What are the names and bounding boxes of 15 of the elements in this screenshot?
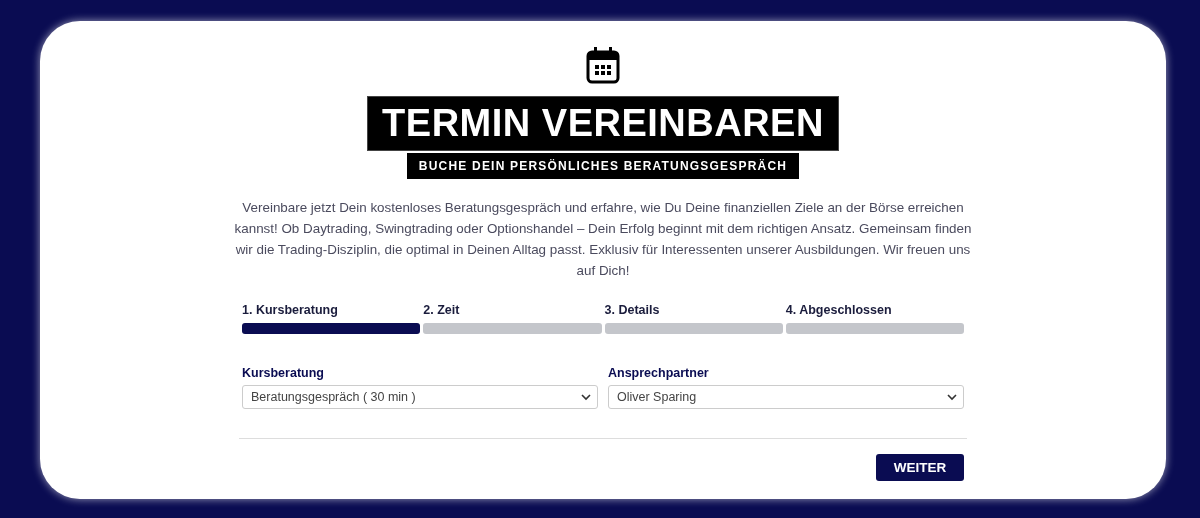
page-subtitle: BUCHE DEIN PERSÖNLICHES BERATUNGSGESPRÄCH bbox=[406, 153, 800, 179]
field-label: Ansprechpartner bbox=[608, 366, 710, 380]
step-label: 1. Kursberatung bbox=[242, 303, 339, 317]
chevron-down-icon bbox=[947, 393, 957, 401]
step-label: 2. Zeit bbox=[423, 303, 461, 317]
calendar-icon bbox=[586, 46, 620, 84]
chevron-down-icon bbox=[581, 393, 591, 401]
step-label: 4. Abgeschlossen bbox=[785, 303, 893, 317]
field-label: Kursberatung bbox=[242, 366, 325, 380]
intro-text: Vereinbare jetzt Dein kostenloses Beratungsgespräch und erfahre, wie Du Deine finanziellen Ziele an der Börse erreichen kannst! Ob Daytrading, Swingtrading oder Optionshandel – Dein Erfolg beginnt mit dem richtigen Ansatz. Gemeinsam finden wir die Trading-Disziplin, die optimal in Deinen Alltag passt. Exklusiv für Interessenten unserer Ausbildungen. Wir freuen uns auf Dich! bbox=[233, 199, 973, 280]
step-label: 3. Details bbox=[604, 303, 661, 317]
select-field[interactable]: Oliver Sparing bbox=[608, 385, 964, 409]
page-title: TERMIN VEREINBAREN bbox=[367, 96, 839, 151]
next-button[interactable]: WEITER bbox=[876, 454, 964, 481]
select-field[interactable]: Beratungsgespräch ( 30 min ) bbox=[242, 385, 598, 409]
